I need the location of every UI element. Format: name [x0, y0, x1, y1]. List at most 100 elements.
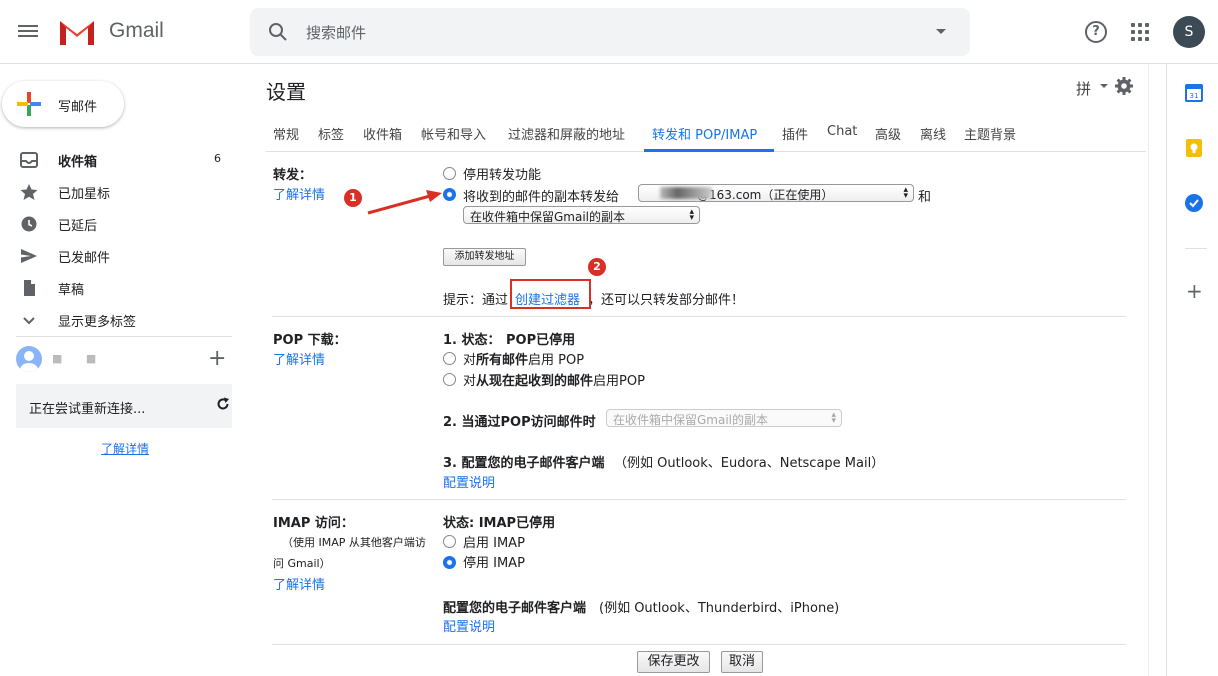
save-changes-button[interactable]: 保存更改	[637, 651, 710, 673]
compose-plus-icon	[17, 92, 41, 116]
active-tab-indicator	[644, 149, 774, 152]
imap-subtext-1: （使用 IMAP 从其他客户端访	[282, 536, 426, 549]
inbox-count: 6	[214, 152, 221, 165]
input-tools-icon[interactable]: 拼	[1076, 78, 1091, 99]
gear-icon[interactable]	[1115, 77, 1133, 95]
calendar-icon[interactable]: 31	[1185, 84, 1203, 102]
add-forwarding-address-button[interactable]: 添加转发地址	[443, 248, 526, 266]
sidebar-item-inbox[interactable]: 收件箱 6	[0, 144, 240, 176]
keep-icon[interactable]	[1186, 139, 1202, 157]
pop-new-label: 对从现在起收到的邮件启用POP	[463, 374, 645, 389]
tab-addons[interactable]: 插件	[782, 124, 808, 143]
tab-advanced[interactable]: 高级	[875, 124, 901, 143]
imap-status: 状态: IMAP已停用	[443, 516, 556, 531]
settings-scrollbar[interactable]	[1148, 64, 1166, 676]
select-arrows-icon: ▴ ▾	[689, 207, 694, 223]
input-tools-caret-icon[interactable]	[1100, 84, 1108, 88]
sidebar-item-label: 草稿	[58, 283, 85, 298]
imap-config-hint: (例如 Outlook、Thunderbird、iPhone)	[599, 601, 840, 616]
section-divider	[272, 499, 1126, 500]
tab-filters[interactable]: 过滤器和屏蔽的地址	[508, 124, 625, 143]
imap-disable-radio[interactable]	[443, 556, 456, 569]
section-divider	[272, 316, 1126, 317]
select-arrows-icon: ▴ ▾	[903, 185, 908, 201]
sidebar-item-sent[interactable]: 已发邮件	[0, 240, 240, 272]
chevron-down-icon	[20, 312, 38, 328]
imap-config-label: 配置您的电子邮件客户端	[443, 601, 587, 616]
reconnect-text: 正在尝试重新连接...	[29, 402, 146, 417]
clock-icon	[20, 216, 38, 232]
refresh-icon[interactable]	[216, 396, 230, 410]
account-avatar[interactable]: S	[1173, 16, 1205, 48]
svg-text:31: 31	[1190, 92, 1199, 100]
imap-subtext-2: 问 Gmail）	[273, 557, 331, 570]
sidebar-learn-more-link[interactable]: 了解详情	[101, 440, 149, 457]
annotation-arrow	[366, 187, 446, 217]
tab-chat[interactable]: Chat	[827, 124, 857, 139]
pop-status-value: POP已停用	[506, 333, 576, 348]
forward-action-select[interactable]: 在收件箱中保留Gmail的副本 ▴ ▾	[463, 206, 700, 224]
disable-forwarding-radio[interactable]	[443, 167, 456, 180]
pop-learn-more-link[interactable]: 了解详情	[273, 349, 325, 368]
tab-inbox[interactable]: 收件箱	[363, 124, 402, 143]
forward-address-value: @163.com（正在使用）	[697, 188, 834, 202]
pop-access-value: 在收件箱中保留Gmail的副本	[613, 413, 769, 427]
help-icon[interactable]: ?	[1085, 21, 1107, 43]
pop-new-radio[interactable]	[443, 373, 456, 386]
sidebar-item-label: 已加星标	[58, 187, 111, 202]
star-icon	[20, 184, 38, 200]
tab-offline[interactable]: 离线	[920, 124, 946, 143]
tip-prefix: 提示：通过	[443, 293, 509, 308]
pop-access-select: 在收件箱中保留Gmail的副本 ▴ ▾	[606, 409, 842, 427]
pop-all-radio[interactable]	[443, 352, 456, 365]
tasks-icon[interactable]	[1185, 194, 1203, 212]
gmail-logo-icon[interactable]	[58, 17, 96, 47]
search-icon[interactable]	[268, 22, 288, 42]
select-arrows-icon: ▴ ▾	[831, 410, 836, 426]
apps-grid-icon[interactable]	[1131, 23, 1149, 41]
sidebar-item-label: 已发邮件	[58, 251, 111, 266]
add-addon-icon[interactable]: +	[1186, 281, 1203, 301]
imap-disable-label: 停用 IMAP	[463, 556, 525, 571]
sidebar-item-drafts[interactable]: 草稿	[0, 272, 240, 304]
hangouts-avatar[interactable]	[16, 346, 42, 372]
sidebar-item-starred[interactable]: 已加星标	[0, 176, 240, 208]
tab-themes[interactable]: 主题背景	[964, 124, 1016, 143]
tab-forwarding-pop-imap[interactable]: 转发和 POP/IMAP	[652, 124, 757, 143]
search-options-icon[interactable]	[936, 29, 946, 34]
search-input[interactable]: 搜索邮件	[306, 22, 366, 43]
send-icon	[20, 248, 38, 264]
imap-enable-label: 启用 IMAP	[463, 536, 525, 551]
pop-config-hint: （例如 Outlook、Eudora、Netscape Mail）	[614, 456, 885, 471]
tab-general[interactable]: 常规	[273, 124, 299, 143]
section-divider	[272, 644, 1126, 645]
sidebar-item-snoozed[interactable]: 已延后	[0, 208, 240, 240]
redacted-email	[660, 187, 712, 199]
hangouts-user-redacted: ■ ■	[52, 352, 107, 365]
sidebar-item-more-labels[interactable]: 显示更多标签	[0, 304, 240, 336]
imap-learn-more-link[interactable]: 了解详情	[273, 574, 325, 593]
main-menu-icon[interactable]	[18, 22, 38, 42]
pop-label: POP 下载：	[273, 333, 347, 348]
cancel-button[interactable]: 取消	[721, 651, 763, 673]
draft-icon	[20, 280, 38, 296]
imap-config-link[interactable]: 配置说明	[443, 616, 495, 635]
add-contact-icon[interactable]: +	[208, 348, 226, 370]
rail-divider	[1185, 248, 1207, 249]
annotation-highlight-box	[510, 279, 591, 309]
disable-forwarding-label: 停用转发功能	[463, 168, 542, 183]
compose-label: 写邮件	[58, 100, 98, 115]
enable-forwarding-label: 将收到的邮件的副本转发给	[463, 190, 620, 205]
imap-enable-radio[interactable]	[443, 535, 456, 548]
pop-all-label: 对所有邮件启用 POP	[463, 353, 585, 368]
pop-config-link[interactable]: 配置说明	[443, 472, 495, 491]
tab-accounts[interactable]: 帐号和导入	[421, 124, 486, 143]
tip-suffix: ，还可以只转发部分邮件！	[588, 293, 745, 308]
sidebar-item-label: 已延后	[58, 219, 98, 234]
and-text: 和	[918, 190, 932, 205]
forwarding-label: 转发：	[273, 168, 313, 183]
forwarding-learn-more-link[interactable]: 了解详情	[273, 184, 325, 203]
tab-labels[interactable]: 标签	[318, 124, 344, 143]
annotation-badge-2: 2	[588, 258, 606, 276]
annotation-badge-1: 1	[344, 189, 362, 207]
